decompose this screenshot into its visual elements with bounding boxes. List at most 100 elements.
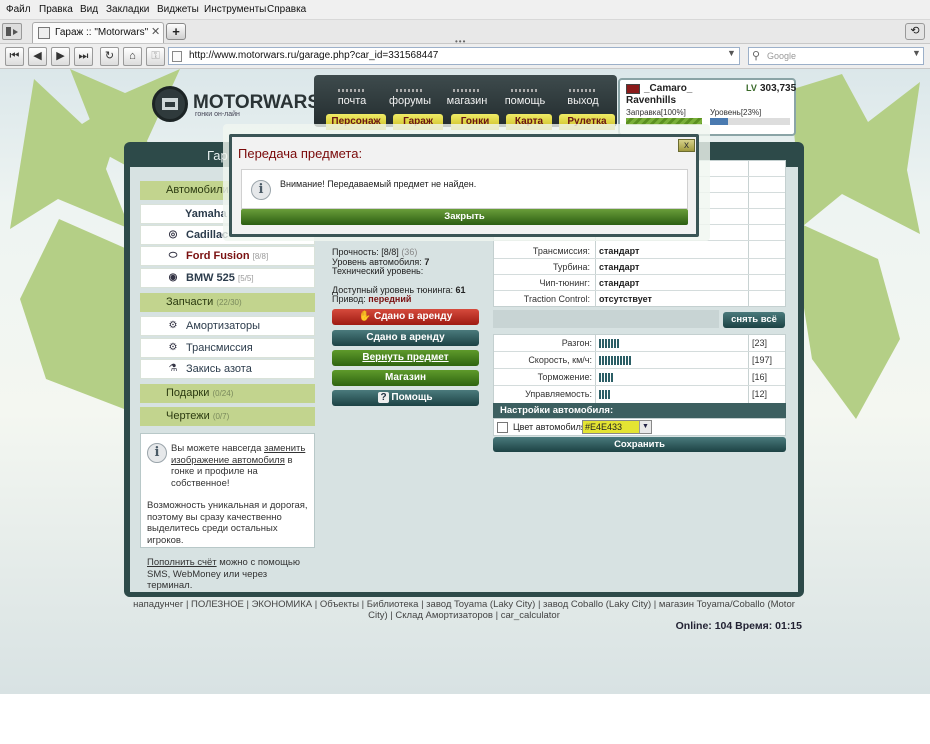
menu-bookmarks[interactable]: Закладки: [106, 4, 149, 15]
nav-help[interactable]: помощь: [499, 89, 551, 107]
ford-logo-icon: ⬭: [168, 250, 178, 261]
color-select[interactable]: #E4E433 ▼: [582, 420, 652, 434]
settings-title: Настройки автомобиля:: [493, 403, 786, 418]
drive-value: передний: [368, 294, 412, 304]
menu-edit[interactable]: Правка: [39, 4, 73, 15]
menu-tools[interactable]: Инструменты: [204, 4, 266, 15]
browser-tab[interactable]: Гараж :: "Motorwars" ✕: [32, 22, 164, 43]
info-paragraph-1: Вы можете навсегда заменить изображение …: [147, 443, 309, 489]
rented-button[interactable]: Сдано в аренду: [332, 330, 479, 346]
stat-label: Разгон:: [561, 338, 592, 348]
stat-bar: [599, 373, 613, 382]
part-item-transmission[interactable]: ⚙ Трансмиссия: [140, 338, 315, 358]
fast-forward-icon[interactable]: ⏭: [74, 47, 93, 66]
stat-value: [23]: [752, 338, 768, 348]
section-cars-label: Автомобили: [166, 184, 229, 196]
bmw-logo-icon: ◉: [168, 272, 178, 283]
nav-mail[interactable]: почта: [326, 89, 378, 107]
gears-icon: ⚙: [168, 342, 178, 353]
dialog-close-button[interactable]: Закрыть: [241, 209, 688, 225]
panel-toggle-icon[interactable]: [2, 23, 22, 40]
rent-out-label: Сдано в аренду: [373, 311, 453, 322]
transfer-dialog: Передача предмета: x i Внимание! Передав…: [229, 134, 699, 237]
car-count: [5/5]: [237, 274, 254, 283]
section-blueprints-label: Чертежи: [166, 410, 210, 422]
section-parts-count: (22/30): [216, 298, 242, 307]
stat-value: [12]: [752, 389, 768, 399]
menu-widgets[interactable]: Виджеты: [157, 4, 199, 15]
menu-help[interactable]: Справка: [267, 4, 306, 15]
car-item-bmw-525[interactable]: ◉ BMW 525 [5/5]: [140, 268, 315, 288]
close-tab-icon[interactable]: ✕: [151, 25, 160, 38]
stat-row: Управляемость: [12]: [494, 386, 785, 403]
nav-exit[interactable]: выход: [557, 89, 609, 107]
part-item-nitro[interactable]: ⚗ Закись азота: [140, 359, 315, 379]
stat-bar: [599, 339, 620, 348]
part-item-shocks[interactable]: ⚙ Амортизаторы: [140, 316, 315, 336]
closed-tabs-icon[interactable]: ⟲: [905, 23, 925, 40]
car-name: Yamaha: [185, 208, 227, 220]
car-name: Ford Fusion: [186, 250, 250, 262]
section-gifts-label: Подарки: [166, 387, 210, 399]
tab-title: Гараж :: "Motorwars": [55, 27, 149, 38]
spec-value: стандарт: [599, 278, 640, 288]
shop-button[interactable]: Магазин: [332, 370, 479, 386]
remove-all-button[interactable]: снять всё: [723, 312, 785, 328]
reload-icon[interactable]: ↻: [100, 47, 119, 66]
stat-row: Торможение: [16]: [494, 369, 785, 386]
browser-menubar: Файл Правка Вид Закладки Виджеты Инструм…: [0, 0, 930, 20]
search-dropdown-icon[interactable]: ▼: [912, 48, 921, 58]
car-item-ford-fusion[interactable]: ⬭ Ford Fusion [8/8]: [140, 246, 315, 266]
nav-shop[interactable]: магазин: [441, 89, 493, 107]
section-parts[interactable]: Запчасти (22/30): [140, 293, 315, 312]
nav-forums[interactable]: форумы: [384, 89, 436, 107]
info-icon: i: [251, 180, 271, 200]
address-bar[interactable]: http://www.motorwars.ru/garage.php?car_i…: [168, 47, 740, 65]
search-placeholder: Google: [767, 51, 797, 61]
color-checkbox[interactable]: [497, 422, 508, 433]
forward-icon[interactable]: ▶: [51, 47, 70, 66]
stat-label: Управляемость:: [525, 389, 592, 399]
player-team[interactable]: Ravenhills: [626, 95, 676, 106]
save-button[interactable]: Сохранить: [493, 437, 786, 452]
stat-value: [16]: [752, 372, 768, 382]
new-tab-button[interactable]: +: [166, 23, 186, 40]
table-row: Турбина: стандарт: [494, 259, 785, 275]
key-icon[interactable]: ⚿: [146, 47, 165, 66]
logo-icon[interactable]: [152, 86, 188, 122]
items-slot-bar: [493, 310, 719, 328]
durability-extra: (36): [401, 247, 418, 257]
stat-bar: [599, 356, 631, 365]
help-button[interactable]: ? Помощь: [332, 390, 479, 406]
footer-links[interactable]: нападунчег | ПОЛЕЗНОЕ | ЭКОНОМИКА | Объе…: [124, 599, 804, 621]
menu-view[interactable]: Вид: [80, 4, 98, 15]
color-value: #E4E433: [585, 422, 623, 432]
search-field[interactable]: ⚲ Google ▼: [748, 47, 924, 65]
section-blueprints[interactable]: Чертежи (0/7): [140, 407, 315, 426]
stat-value: [197]: [752, 355, 773, 365]
cadillac-logo-icon: ◎: [168, 229, 178, 240]
info-box: i Вы можете навсегда заменить изображени…: [140, 433, 315, 591]
spec-value: стандарт: [599, 262, 640, 272]
spec-value: отсутствует: [599, 294, 652, 304]
section-gifts[interactable]: Подарки (0/24): [140, 384, 315, 403]
stat-label: Торможение:: [537, 372, 592, 382]
rent-out-button[interactable]: ✋ Сдано в аренду: [332, 309, 479, 325]
question-icon: ?: [378, 392, 389, 403]
player-name[interactable]: _Camaro_: [644, 83, 692, 94]
url-dropdown-icon[interactable]: ▼: [727, 48, 736, 58]
dialog-body: i Внимание! Передаваемый предмет не найд…: [241, 169, 688, 209]
home-icon[interactable]: ⌂: [123, 47, 142, 66]
menu-file[interactable]: Файл: [6, 4, 31, 15]
durability-value: [8/8]: [381, 247, 399, 257]
dialog-close-icon[interactable]: x: [678, 139, 695, 152]
tech-level-label: Технический уровень:: [332, 266, 424, 276]
top-up-link[interactable]: Пополнить счёт: [147, 557, 217, 568]
back-icon[interactable]: ◀: [28, 47, 47, 66]
part-name: Трансмиссия: [186, 342, 253, 354]
rewind-icon[interactable]: ⏮: [5, 47, 24, 66]
car-name: Cadillac: [186, 229, 229, 241]
table-row: Чип-тюнинг: стандарт: [494, 275, 785, 291]
return-item-button[interactable]: Вернуть предмет: [332, 350, 479, 366]
car-level-label: Уровень автомобиля:: [332, 256, 422, 267]
